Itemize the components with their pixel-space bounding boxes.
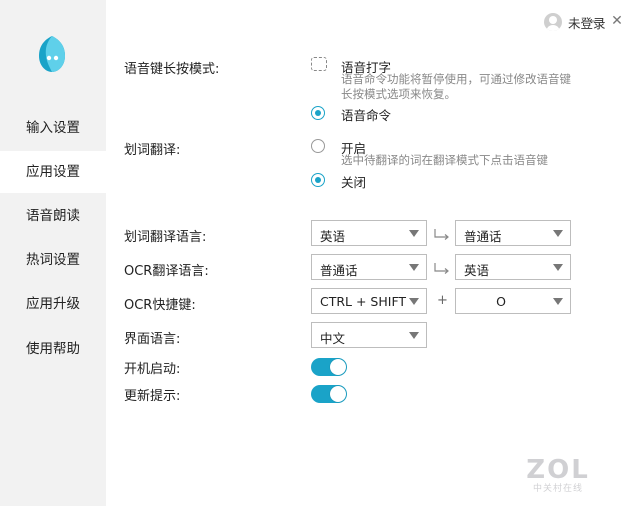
sidebar-item-help[interactable]: 使用帮助 — [0, 328, 106, 370]
word-translate-from-select[interactable]: 英语 — [311, 220, 427, 246]
chevron-down-icon — [409, 332, 419, 339]
word-translate-off-radio[interactable] — [311, 173, 325, 187]
auto-start-label: 开机启动: — [124, 362, 181, 377]
sidebar-item-voice-reading[interactable]: 语音朗读 — [0, 195, 106, 237]
voice-typing-desc-line2: 长按模式选项来恢复。 — [341, 87, 456, 101]
auto-start-toggle[interactable] — [311, 358, 347, 376]
ocr-lang-label: OCR翻译语言: — [124, 264, 209, 279]
chevron-down-icon — [409, 230, 419, 237]
voice-typing-desc-line1: 语音命令功能将暂停使用，可通过修改语音键 — [341, 72, 571, 86]
plus-sign: + — [437, 293, 448, 308]
ocr-key-value: O — [496, 294, 506, 309]
chevron-down-icon — [553, 264, 563, 271]
voice-key-mode-label: 语音键长按模式: — [124, 62, 220, 77]
voice-command-option[interactable]: 语音命令 — [341, 105, 391, 124]
arrow-right-icon — [434, 229, 449, 240]
sidebar-item-app-upgrade[interactable]: 应用升级 — [0, 283, 106, 325]
title-bar: 未登录 — ✕ — [340, 0, 640, 44]
minimize-icon: — — [582, 13, 596, 29]
sidebar-item-app-settings[interactable]: 应用设置 — [0, 151, 106, 193]
minimize-button[interactable]: — — [580, 10, 598, 32]
ocr-shortcut-label: OCR快捷键: — [124, 298, 196, 313]
arrow-right-icon — [434, 263, 449, 274]
close-button[interactable]: ✕ — [608, 10, 626, 32]
ocr-key-select[interactable]: O — [455, 288, 571, 314]
chevron-down-icon — [409, 264, 419, 271]
word-translate-on-radio[interactable] — [311, 139, 325, 153]
sidebar-item-input-settings[interactable]: 输入设置 — [0, 107, 106, 149]
sidebar-item-hotword-settings[interactable]: 热词设置 — [0, 239, 106, 281]
voice-typing-icon[interactable] — [311, 57, 327, 71]
avatar-icon[interactable] — [544, 13, 562, 31]
close-icon: ✕ — [611, 13, 623, 29]
voice-command-radio[interactable] — [311, 106, 325, 120]
ui-language-select[interactable]: 中文 — [311, 322, 427, 348]
word-translate-on-desc: 选中待翻译的词在翻译模式下点击语音键 — [341, 153, 548, 167]
sidebar: 输入设置 应用设置 语音朗读 热词设置 应用升级 使用帮助 — [0, 0, 106, 506]
ocr-modifier-value: CTRL + SHIFT — [320, 294, 407, 309]
word-translate-label: 划词翻译: — [124, 143, 181, 158]
word-translate-from-value: 英语 — [320, 229, 346, 244]
chevron-down-icon — [409, 298, 419, 305]
ui-language-label: 界面语言: — [124, 332, 181, 347]
chevron-down-icon — [553, 230, 563, 237]
watermark-logo: ZOL 中关村在线 — [526, 455, 590, 494]
ocr-from-value: 普通话 — [320, 263, 358, 278]
ui-language-value: 中文 — [320, 331, 346, 346]
chevron-down-icon — [553, 298, 563, 305]
word-translate-lang-label: 划词翻译语言: — [124, 230, 207, 245]
update-notice-label: 更新提示: — [124, 389, 181, 404]
ocr-from-select[interactable]: 普通话 — [311, 254, 427, 280]
word-translate-off-option[interactable]: 关闭 — [341, 172, 366, 191]
word-translate-to-value: 普通话 — [464, 229, 502, 244]
ocr-to-select[interactable]: 英语 — [455, 254, 571, 280]
update-notice-toggle[interactable] — [311, 385, 347, 403]
ocr-to-value: 英语 — [464, 263, 490, 278]
ocr-modifier-select[interactable]: CTRL + SHIFT — [311, 288, 427, 314]
word-translate-to-select[interactable]: 普通话 — [455, 220, 571, 246]
app-logo — [39, 36, 65, 72]
